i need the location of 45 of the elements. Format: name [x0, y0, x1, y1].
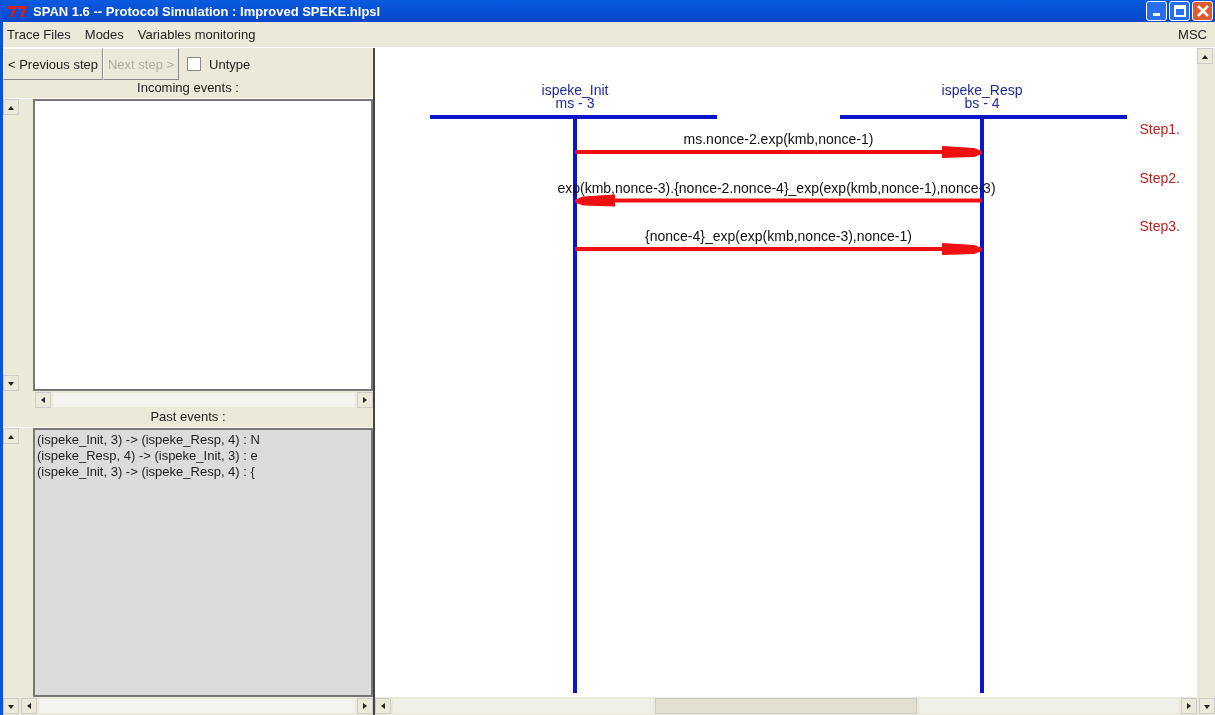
- menu-item[interactable]: Modes: [84, 27, 124, 42]
- horizontal-scrollbar[interactable]: [375, 697, 1215, 715]
- minimize-button[interactable]: [1146, 1, 1167, 21]
- previous-step-button[interactable]: < Previous step: [3, 48, 103, 80]
- event-row[interactable]: (ispeke_Init, 3) -> (ispeke_Resp, 4) : N: [37, 432, 369, 448]
- instance-id: ms - 3: [555, 95, 595, 111]
- scroll-right-icon[interactable]: [357, 698, 373, 714]
- scroll-up-icon[interactable]: [3, 99, 19, 115]
- scroll-down-icon[interactable]: [1199, 698, 1215, 714]
- horizontal-scrollbar[interactable]: [3, 697, 373, 715]
- event-row[interactable]: (ispeke_Resp, 4) -> (ispeke_Init, 3) : e: [37, 448, 369, 464]
- maximize-icon: [1172, 4, 1187, 18]
- close-button[interactable]: [1192, 1, 1213, 21]
- menu-item[interactable]: Trace Files: [7, 27, 71, 42]
- scroll-left-icon[interactable]: [375, 698, 391, 714]
- instance-id: bs - 4: [964, 95, 1000, 111]
- maximize-button[interactable]: [1169, 1, 1190, 21]
- message-label: ms.nonce-2.exp(kmb,nonce-1): [683, 131, 874, 147]
- scroll-up-icon[interactable]: [3, 428, 19, 444]
- scroll-right-icon[interactable]: [357, 392, 373, 408]
- instance-name: ispeke_Init: [541, 82, 609, 98]
- minimize-icon: [1153, 13, 1160, 16]
- close-icon: [1195, 4, 1210, 18]
- scroll-left-icon[interactable]: [35, 392, 51, 408]
- scroll-down-icon[interactable]: [3, 375, 19, 391]
- instance-name: ispeke_Resp: [941, 82, 1023, 98]
- checkbox[interactable]: [187, 57, 202, 71]
- scroll-down-icon[interactable]: [3, 698, 19, 714]
- menu-item[interactable]: Variables monitoring: [137, 27, 256, 42]
- step-label: Step3.: [1139, 218, 1180, 234]
- scroll-right-icon[interactable]: [1181, 698, 1197, 714]
- event-row[interactable]: (ispeke_Init, 3) -> (ispeke_Resp, 4) : {: [37, 464, 369, 480]
- app-logo-icon: [7, 4, 29, 18]
- panel-header: Past events :: [150, 409, 226, 424]
- step-label: Step1.: [1139, 121, 1180, 137]
- menu-item[interactable]: MSC: [1178, 27, 1207, 42]
- checkbox-label: Untype: [209, 56, 251, 72]
- scroll-up-icon[interactable]: [1197, 48, 1213, 64]
- window-title: SPAN 1.6 -- Protocol Simulation : Improved SPEKE.hlpsl: [33, 3, 382, 19]
- past-events-list[interactable]: (ispeke_Init, 3) -> (ispeke_Resp, 4) : N (ispeke_Resp, 4) -> (ispeke_Init, 3) : e (ispeke_Init, 3) -> (ispeke_Resp, 4) : {: [33, 428, 373, 697]
- panel-header: Incoming events :: [137, 80, 239, 95]
- scroll-left-icon[interactable]: [21, 698, 37, 714]
- message-label: {nonce-4}_exp(exp(kmb,nonce-3),nonce-1): [645, 228, 912, 244]
- incoming-events-list[interactable]: [33, 99, 373, 391]
- step-label: Step2.: [1139, 169, 1180, 186]
